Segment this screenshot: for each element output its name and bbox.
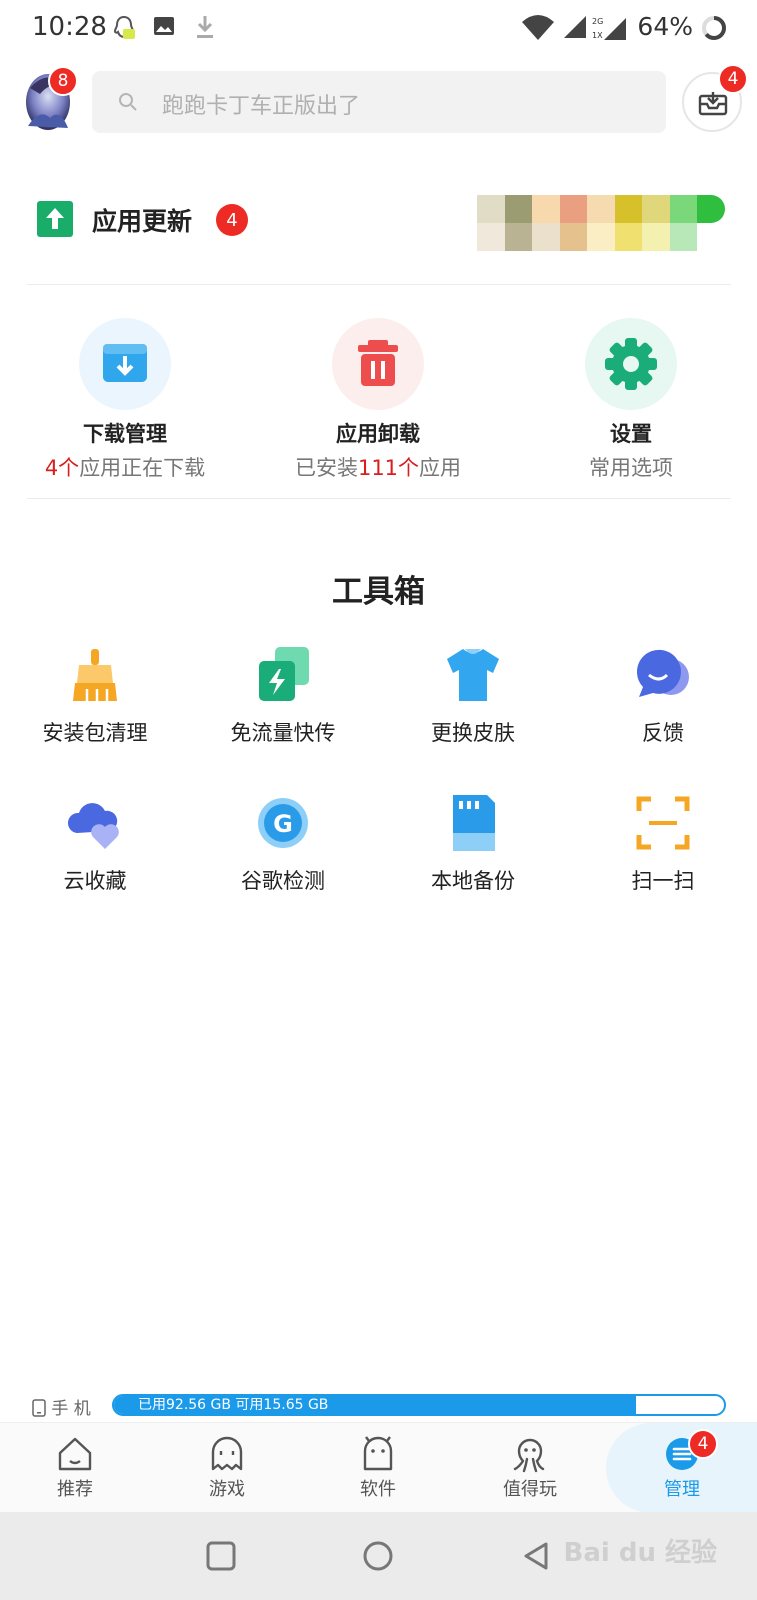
tool-label: 扫一扫 (631, 869, 695, 893)
status-bar: 10:28 2G 1X 64% (0, 0, 757, 56)
storage-device: 手 机 (32, 1394, 91, 1419)
nav-label: 游戏 (209, 1479, 245, 1500)
battery-ring-icon (702, 16, 726, 40)
nav-tab-games[interactable]: 游戏 (157, 1423, 297, 1513)
tool-label: 反馈 (642, 721, 684, 745)
signal-2g-icon: 2G 1X (592, 17, 626, 40)
download-icon (79, 318, 171, 410)
search-placeholder: 跑跑卡丁车正版出了 (162, 94, 361, 119)
tool-feedback[interactable]: 反馈 (583, 645, 743, 747)
nav-label: 推荐 (57, 1479, 93, 1500)
tool-free-transfer[interactable]: 免流量快传 (203, 645, 363, 747)
nav-tab-software[interactable]: 软件 (308, 1423, 448, 1513)
download-management-button[interactable]: 下载管理 4个应用正在下载 (25, 318, 225, 482)
nav-label: 软件 (360, 1479, 396, 1500)
app-update-row[interactable]: 应用更新 4 (0, 180, 757, 280)
app-uninstall-title: 应用卸载 (336, 422, 420, 446)
nav-tab-manage[interactable]: 4 管理 (612, 1423, 752, 1513)
watermark-logo: Bai du 经验 (563, 1538, 718, 1568)
nav-tab-worth-playing[interactable]: 值得玩 (460, 1423, 600, 1513)
scan-icon (633, 793, 693, 853)
download-management-title: 下载管理 (83, 422, 167, 446)
shirt-icon (443, 645, 503, 705)
download-status-icon (197, 16, 213, 38)
toolbox-title: 工具箱 (332, 574, 425, 610)
download-manager-button[interactable]: 4 (682, 64, 748, 132)
tool-label: 本地备份 (431, 869, 515, 893)
avatar-badge: 8 (48, 66, 78, 96)
svg-text:2G: 2G (592, 17, 603, 26)
wifi-icon (522, 15, 554, 40)
tool-package-cleaner[interactable]: 安装包清理 (15, 645, 175, 747)
tool-google-check[interactable]: G 谷歌检测 (203, 793, 363, 895)
google-icon: G (253, 793, 313, 853)
pixelated-app-icons (477, 195, 725, 251)
settings-button[interactable]: 设置 常用选项 (531, 318, 731, 482)
tool-scan[interactable]: 扫一扫 (583, 793, 743, 895)
tool-label: 云收藏 (63, 869, 127, 893)
broom-icon (65, 645, 125, 705)
app-update-label: 应用更新 (92, 207, 193, 236)
nav-label: 管理 (664, 1479, 700, 1500)
svg-text:G: G (273, 810, 293, 838)
gear-icon (585, 318, 677, 410)
storage-text: 已用92.56 GB 可用15.65 GB (138, 1397, 329, 1413)
svg-text:1X: 1X (592, 31, 603, 40)
update-arrow-icon (37, 201, 73, 237)
trash-icon (332, 318, 424, 410)
gallery-icon (154, 17, 174, 35)
search-input[interactable]: 跑跑卡丁车正版出了 (92, 71, 666, 133)
back-button[interactable] (520, 1540, 552, 1572)
divider (27, 498, 731, 499)
flash-transfer-icon (253, 645, 313, 705)
cloud-heart-icon (65, 793, 125, 853)
status-time: 10:28 (32, 12, 107, 42)
tool-label: 免流量快传 (230, 721, 336, 745)
tool-label: 谷歌检测 (241, 869, 325, 893)
divider (27, 284, 731, 285)
settings-sub: 常用选项 (589, 456, 673, 480)
chat-icon (633, 645, 693, 705)
storage-bar: 已用92.56 GB 可用15.65 GB (112, 1394, 726, 1416)
storage-usage: 手 机 已用92.56 GB 可用15.65 GB (0, 1391, 757, 1421)
sd-card-icon (443, 793, 503, 853)
tool-cloud-favorites[interactable]: 云收藏 (15, 793, 175, 895)
battery-percent: 64% (637, 12, 693, 41)
tool-label: 安装包清理 (42, 721, 148, 745)
tool-label: 更换皮肤 (431, 721, 515, 745)
recent-apps-button[interactable] (205, 1540, 237, 1572)
app-uninstall-sub: 已安装111个应用 (294, 456, 462, 480)
avatar[interactable]: 8 (20, 66, 80, 132)
nav-manage-badge: 4 (688, 1429, 718, 1459)
house-icon (56, 1435, 94, 1473)
system-nav-bar: Bai du 经验 (0, 1512, 757, 1600)
octopus-icon (511, 1435, 549, 1473)
download-management-sub: 4个应用正在下载 (44, 456, 206, 480)
search-icon (119, 93, 137, 111)
nav-label: 值得玩 (503, 1479, 557, 1500)
bottom-nav: 推荐 游戏 软件 值得玩 4 管理 (0, 1422, 757, 1513)
signal-icon (564, 16, 586, 38)
phone-icon (32, 1399, 46, 1417)
notification-chat-icon (113, 15, 135, 39)
tool-change-skin[interactable]: 更换皮肤 (393, 645, 553, 747)
app-uninstall-button[interactable]: 应用卸载 已安装111个应用 (278, 318, 478, 482)
home-button[interactable] (362, 1540, 394, 1572)
download-badge: 4 (718, 64, 748, 94)
tool-local-backup[interactable]: 本地备份 (393, 793, 553, 895)
nav-tab-recommend[interactable]: 推荐 (5, 1423, 145, 1513)
android-icon (359, 1435, 397, 1473)
settings-title: 设置 (610, 422, 652, 446)
app-update-badge: 4 (216, 204, 248, 236)
ghost-icon (208, 1435, 246, 1473)
